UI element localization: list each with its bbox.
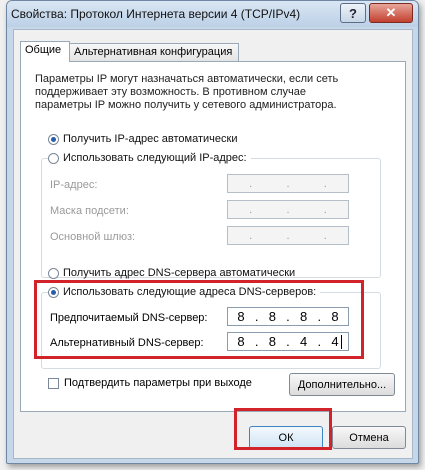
- ip-dot: .: [249, 177, 253, 190]
- general-tab-panel: Параметры IP могут назначаться автоматич…: [20, 61, 406, 412]
- help-button[interactable]: ?: [340, 3, 366, 23]
- ip-manual-label: Использовать следующий IP-адрес:: [63, 152, 247, 164]
- dns-highlight-box: [34, 280, 364, 359]
- tab-general[interactable]: Общие: [20, 41, 70, 62]
- ip-address-input[interactable]: . . .: [227, 174, 349, 193]
- tab-general-label: Общие: [25, 44, 62, 56]
- cancel-button-label: Отмена: [349, 431, 389, 444]
- cancel-button[interactable]: Отмена: [332, 426, 406, 449]
- ip-dot: .: [286, 229, 290, 242]
- radio-unselected-icon: [48, 267, 59, 279]
- dns-auto-radio[interactable]: Получить адрес DNS-сервера автоматически: [48, 267, 295, 279]
- ip-auto-label: Получить IP-адрес автоматически: [63, 133, 238, 145]
- radio-selected-icon: [48, 133, 59, 145]
- gateway-input[interactable]: . . .: [227, 226, 349, 245]
- screenshot-frame: Свойства: Протокол Интернета версии 4 (T…: [0, 0, 425, 470]
- ip-dot: .: [249, 203, 253, 216]
- ip-dot: .: [323, 229, 327, 242]
- ip-dot: .: [286, 177, 290, 190]
- advanced-button-label: Дополнительно...: [297, 378, 387, 391]
- ip-dot: .: [323, 203, 327, 216]
- ip-dot: .: [249, 229, 253, 242]
- subnet-mask-input[interactable]: . . .: [227, 200, 349, 219]
- dns-auto-label: Получить адрес DNS-сервера автоматически: [63, 267, 296, 279]
- close-icon: ✕: [385, 5, 397, 20]
- radio-unselected-icon: [48, 152, 59, 164]
- checkbox-unchecked-icon: [48, 377, 59, 389]
- properties-dialog: Свойства: Протокол Интернета версии 4 (T…: [6, 0, 419, 464]
- ip-auto-radio[interactable]: Получить IP-адрес автоматически: [48, 133, 237, 145]
- subnet-mask-label: Маска подсети:: [50, 205, 129, 217]
- description-text: Параметры IP могут назначаться автоматич…: [35, 73, 339, 111]
- window-title: Свойства: Протокол Интернета версии 4 (T…: [11, 7, 301, 21]
- dialog-body: Общие Альтернативная конфигурация Параме…: [13, 29, 413, 459]
- title-bar: Свойства: Протокол Интернета версии 4 (T…: [7, 1, 418, 27]
- ip-address-label: IP-адрес:: [50, 179, 98, 191]
- tab-alternate-config[interactable]: Альтернативная конфигурация: [69, 43, 239, 61]
- validate-checkbox-label: Подтвердить параметры при выходе: [64, 377, 252, 389]
- help-icon: ?: [349, 5, 357, 21]
- ip-dot: .: [323, 177, 327, 190]
- advanced-button[interactable]: Дополнительно...: [289, 373, 395, 396]
- tab-alternate-config-label: Альтернативная конфигурация: [74, 46, 233, 58]
- ok-highlight-box: [234, 408, 332, 450]
- ip-dot: .: [286, 203, 290, 216]
- ip-manual-radio[interactable]: Использовать следующий IP-адрес:: [48, 152, 251, 164]
- close-button[interactable]: ✕: [369, 3, 413, 23]
- validate-checkbox[interactable]: Подтвердить параметры при выходе: [48, 377, 252, 389]
- gateway-label: Основной шлюз:: [50, 231, 136, 243]
